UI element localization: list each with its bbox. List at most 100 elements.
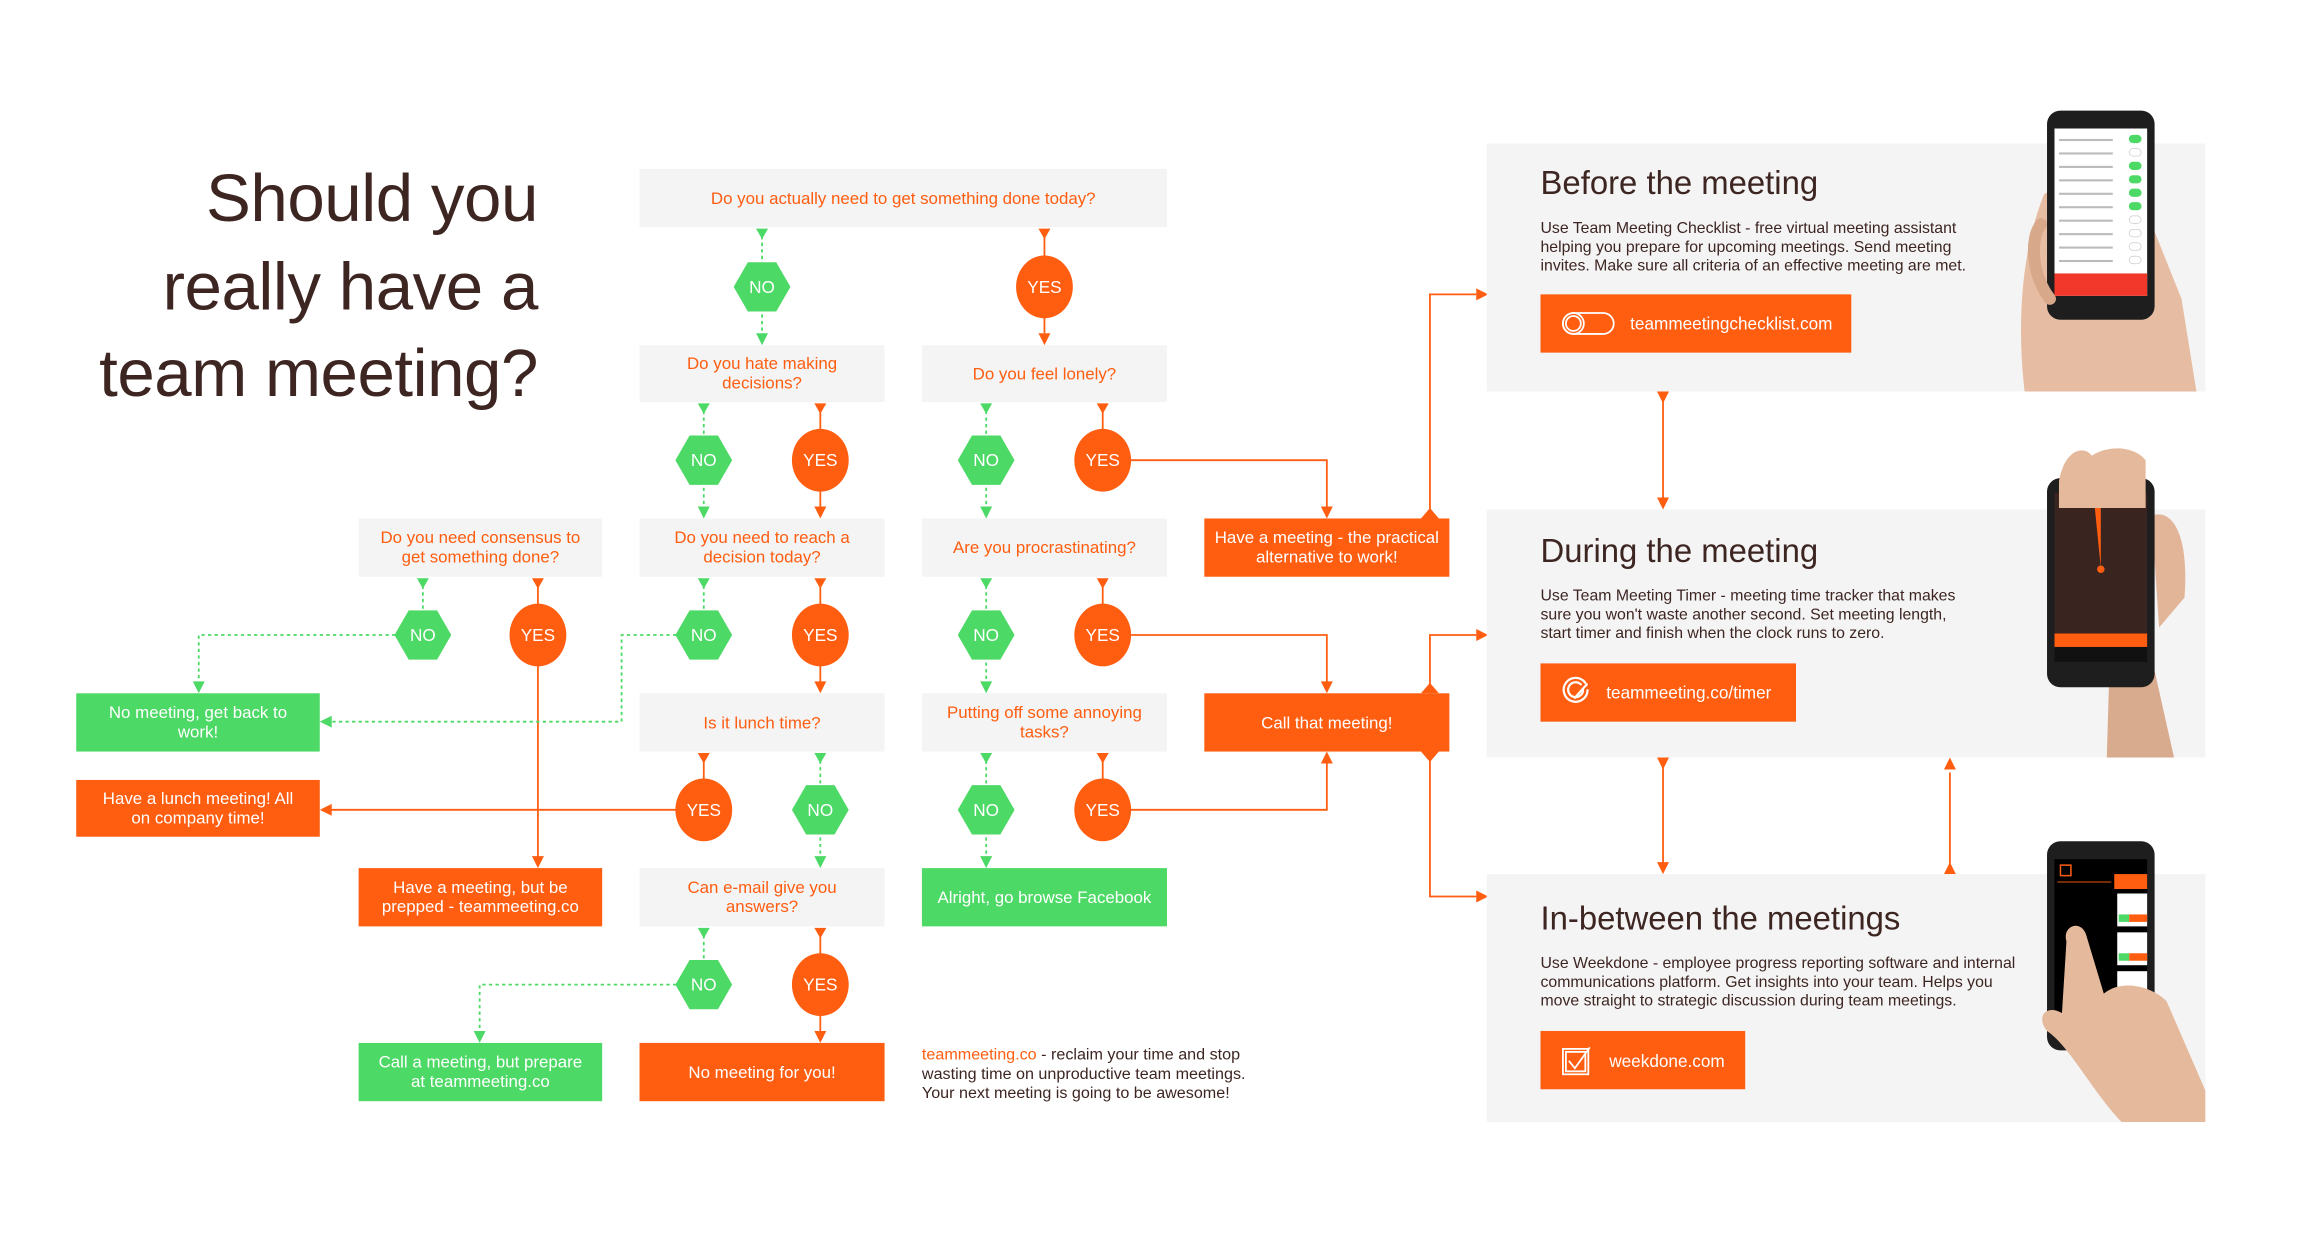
yes-label: YES xyxy=(803,975,837,995)
arrow-down xyxy=(980,856,993,869)
arrow-right xyxy=(1476,288,1489,301)
link-label[interactable]: teammeetingchecklist.com xyxy=(1630,313,1832,333)
toggle-switch xyxy=(2128,161,2142,170)
arrow-down xyxy=(192,681,205,694)
no-node: NO xyxy=(675,959,733,1010)
svg-text:Call that meeting!: Call that meeting! xyxy=(1261,713,1392,732)
outcome-call-prepare: Call a meeting, but prepare at teammeeti… xyxy=(358,1042,603,1102)
svg-text:alternative to work!: alternative to work! xyxy=(1256,548,1398,567)
checklist-row-text xyxy=(2058,138,2113,142)
phone-timer-image xyxy=(2047,448,2155,688)
toggle-switch xyxy=(2128,228,2142,238)
panel-in-between-meetings: In-between the meetings Use Weekdone - e… xyxy=(1486,841,2206,1123)
checklist-row-text xyxy=(2058,259,2113,263)
timer-center xyxy=(2097,565,2105,574)
no-node: NO xyxy=(791,785,849,835)
svg-text:Do you actually need to get so: Do you actually need to get something do… xyxy=(711,189,1096,208)
arrow-down xyxy=(1096,753,1109,764)
yes-label: YES xyxy=(1027,277,1061,297)
arrow-down xyxy=(473,1030,486,1043)
no-label: NO xyxy=(691,450,717,470)
arrow-down xyxy=(980,403,993,414)
yes-label: YES xyxy=(1086,800,1120,820)
checklist-row-text xyxy=(2058,192,2113,195)
arrow-down xyxy=(1320,681,1333,694)
yes-node: YES xyxy=(791,953,849,1017)
svg-text:Have a lunch meeting! All: Have a lunch meeting! All xyxy=(103,789,293,808)
arrow-down xyxy=(1096,403,1109,414)
checklist-row-text xyxy=(2058,246,2113,249)
arrow-down xyxy=(756,228,769,240)
arrow-down xyxy=(1096,578,1109,589)
checklist-row-text xyxy=(2058,165,2113,168)
fingers xyxy=(2058,448,2146,509)
link-button-teammeetingchecklist[interactable]: teammeetingchecklist.com xyxy=(1540,294,1852,353)
no-node: NO xyxy=(675,610,733,660)
link-label[interactable]: weekdone.com xyxy=(1608,1051,1724,1071)
question-consensus: Do you need consensus to get something d… xyxy=(358,518,603,577)
toggle-switch xyxy=(2128,202,2142,211)
flowchart-canvas: Should you really have a team meeting? D… xyxy=(76,110,2206,1123)
question-done-today: Do you actually need to get something do… xyxy=(639,168,1167,228)
arrow-down xyxy=(814,856,827,869)
svg-text:Can e-mail give you: Can e-mail give you xyxy=(687,878,836,897)
link-button-timer[interactable]: teammeeting.co/timer xyxy=(1540,663,1797,722)
svg-text:tasks?: tasks? xyxy=(1020,722,1069,741)
yes-label: YES xyxy=(521,625,555,645)
panel-desc-line: move straight to strategic discussion du… xyxy=(1541,993,1957,1010)
toggle-switch xyxy=(2128,188,2142,197)
panel-title: During the meeting xyxy=(1541,532,1819,569)
yes-node: YES xyxy=(1016,255,1073,319)
arrow-down xyxy=(980,578,993,589)
arrow-down xyxy=(697,506,710,519)
toggle-switch xyxy=(2128,255,2142,265)
no-node: NO xyxy=(957,610,1015,660)
toggle-switch xyxy=(2128,215,2142,224)
svg-text:No meeting for you!: No meeting for you! xyxy=(688,1063,835,1082)
arrow-down xyxy=(814,506,827,519)
no-label: NO xyxy=(691,625,717,645)
question-procrastinating: Are you procrastinating? xyxy=(921,518,1167,577)
arrow-down xyxy=(697,753,710,764)
footer-link[interactable]: teammeeting.co xyxy=(922,1045,1037,1063)
finish-meeting-bar xyxy=(2054,633,2148,647)
panel-desc-line: communications platform. Get insights in… xyxy=(1541,974,1993,991)
arrow-down xyxy=(1657,497,1670,510)
arrow-up xyxy=(1943,757,1956,770)
link-button-weekdone[interactable]: weekdone.com xyxy=(1540,1030,1746,1090)
panel-title: In-between the meetings xyxy=(1541,899,1901,936)
yes-node: YES xyxy=(1074,778,1132,842)
arrow-down xyxy=(1657,757,1670,770)
checklist-row-text xyxy=(2058,233,2113,236)
svg-text:Do you feel lonely?: Do you feel lonely? xyxy=(973,365,1117,384)
panel-desc-line: invites. Make sure all criteria of an ef… xyxy=(1541,257,1967,274)
outcome-have-meeting-alternative: Have a meeting - the practical alternati… xyxy=(1204,518,1450,577)
question-lonely: Do you feel lonely? xyxy=(921,345,1167,402)
arrow-down xyxy=(1657,862,1670,875)
panel-desc-line: Use Weekdone - employee progress reporti… xyxy=(1541,955,2016,972)
no-node: NO xyxy=(957,785,1015,835)
svg-text:Is it lunch time?: Is it lunch time? xyxy=(703,713,820,732)
no-label: NO xyxy=(973,625,999,645)
svg-text:Alright, go browse Facebook: Alright, go browse Facebook xyxy=(938,888,1152,907)
yes-label: YES xyxy=(803,625,837,645)
checklist-status-bar xyxy=(2054,273,2148,296)
link-label[interactable]: teammeeting.co/timer xyxy=(1606,683,1771,703)
footer-text-3: Your next meeting is going to be awesome… xyxy=(922,1084,1230,1102)
panel-during-meeting: During the meeting Use Team Meeting Time… xyxy=(1486,448,2206,758)
checklist-row-text xyxy=(2058,206,2113,209)
arrow-down xyxy=(416,578,429,589)
question-reach-decision: Do you need to reach a decision today? xyxy=(639,518,885,577)
outcome-meeting-prepped: Have a meeting, but be prepped - teammee… xyxy=(358,868,603,927)
checklist-row-text xyxy=(2058,152,2113,155)
arrow-down xyxy=(814,578,827,589)
connector xyxy=(1123,762,1328,811)
arrow-down xyxy=(980,506,993,519)
svg-text:answers?: answers? xyxy=(726,897,798,916)
arrow-down xyxy=(697,927,710,939)
connector xyxy=(1123,459,1328,509)
yes-label: YES xyxy=(1086,625,1120,645)
arrow-down xyxy=(531,578,544,589)
no-label: NO xyxy=(410,625,436,645)
yes-label: YES xyxy=(1086,450,1120,470)
